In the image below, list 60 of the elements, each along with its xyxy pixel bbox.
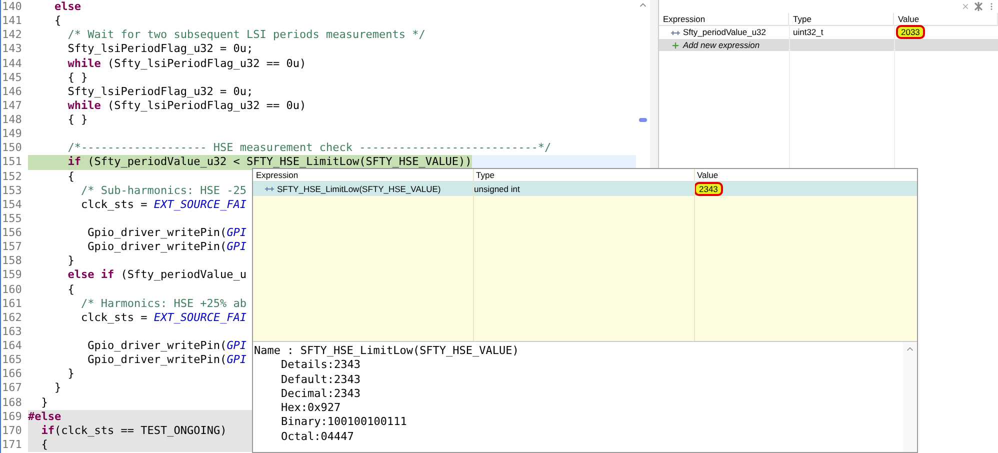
code-line: } bbox=[66, 254, 74, 268]
code-line: Sfty_lsiPeriodFlag_u32 = 0u; bbox=[66, 42, 254, 56]
detail-line: Octal:04447 bbox=[280, 430, 355, 444]
type-text: uint32_t bbox=[792, 26, 824, 39]
cross-icon[interactable] bbox=[974, 2, 983, 11]
detail-name-line: Name : SFTY_HSE_LimitLow(SFTY_HSE_VALUE) bbox=[254, 344, 520, 358]
code-line: clck_sts = EXT_SOURCE_FAI bbox=[80, 310, 247, 325]
code-line: /* Sub-harmonics: HSE -25 bbox=[80, 184, 247, 198]
line-number: 151 bbox=[1, 155, 28, 170]
code-line: #else bbox=[28, 410, 62, 424]
value-text: 2343 bbox=[694, 182, 723, 196]
expression-row[interactable]: SFTY_HSE_LimitLow(SFTY_HSE_VALUE) unsigned int 2343 bbox=[253, 182, 917, 196]
code-line: { } bbox=[66, 70, 88, 85]
code-line: { } bbox=[66, 113, 88, 128]
plus-icon bbox=[671, 40, 680, 50]
code-line: clck_sts = EXT_SOURCE_FAI bbox=[80, 198, 247, 212]
detail-line: Binary:100100100111 bbox=[280, 415, 408, 430]
detail-line: Hex:0x927 bbox=[280, 401, 342, 416]
overview-mark bbox=[639, 118, 647, 122]
column-header[interactable]: Expression bbox=[253, 169, 473, 182]
code-line: while (Sfty_lsiPeriodFlag_u32 == 0u) bbox=[66, 98, 306, 113]
line-number: 171 bbox=[1, 438, 28, 452]
code-line: Gpio_driver_writePin(GPI bbox=[86, 226, 247, 240]
add-expression-row[interactable]: Add new expression bbox=[659, 39, 998, 51]
column-header[interactable]: Type bbox=[473, 169, 694, 182]
detail-line: Details:2343 bbox=[280, 358, 362, 373]
code-line: } bbox=[40, 396, 48, 410]
code-line: Gpio_driver_writePin(GPI bbox=[86, 353, 247, 368]
expression-name: Sfty_periodValue_u32 bbox=[683, 26, 766, 39]
code-line: { bbox=[66, 170, 74, 184]
value-text: 2033 bbox=[896, 25, 925, 40]
code-line: Gpio_driver_writePin(GPI bbox=[86, 240, 247, 254]
column-header[interactable]: Expression bbox=[659, 13, 789, 26]
code-line: /* Harmonics: HSE +25% ab bbox=[80, 296, 247, 311]
variable-icon bbox=[265, 186, 274, 192]
column-header[interactable]: Type bbox=[789, 13, 894, 26]
close-icon[interactable] bbox=[961, 2, 970, 11]
code-line: else if (Sfty_periodValue_u bbox=[66, 268, 247, 282]
code-line: /* Wait for two subsequent LSI periods measurements */ bbox=[66, 28, 426, 42]
code-line: { bbox=[66, 282, 74, 297]
code-line: while (Sfty_lsiPeriodFlag_u32 == 0u) bbox=[66, 56, 306, 71]
line-number: 150 bbox=[1, 141, 28, 156]
expression-name: SFTY_HSE_LimitLow(SFTY_HSE_VALUE) bbox=[277, 182, 441, 196]
code-line: } bbox=[66, 367, 74, 382]
code-line: } bbox=[53, 381, 62, 396]
details-scrollbar[interactable] bbox=[903, 342, 917, 452]
line-number: 169 bbox=[1, 410, 28, 424]
detail-line: Decimal:2343 bbox=[280, 386, 362, 402]
type-text: unsigned int bbox=[473, 182, 521, 196]
code-line: else bbox=[53, 0, 81, 14]
column-header[interactable]: Value bbox=[694, 169, 917, 182]
detail-line: Default:2343 bbox=[280, 372, 362, 387]
code-line: /*------------------- HSE measurement check ---------------------------*/ bbox=[66, 141, 552, 156]
code-line: { bbox=[40, 438, 48, 452]
line-number: 170 bbox=[1, 424, 28, 438]
code-line: Gpio_driver_writePin(GPI bbox=[86, 339, 247, 354]
variable-icon bbox=[671, 30, 680, 36]
code-line: { bbox=[53, 14, 62, 28]
code-line: Sfty_lsiPeriodFlag_u32 = 0u; bbox=[66, 84, 254, 99]
code-line: if(clck_sts == TEST_ONGOING) bbox=[40, 424, 227, 438]
